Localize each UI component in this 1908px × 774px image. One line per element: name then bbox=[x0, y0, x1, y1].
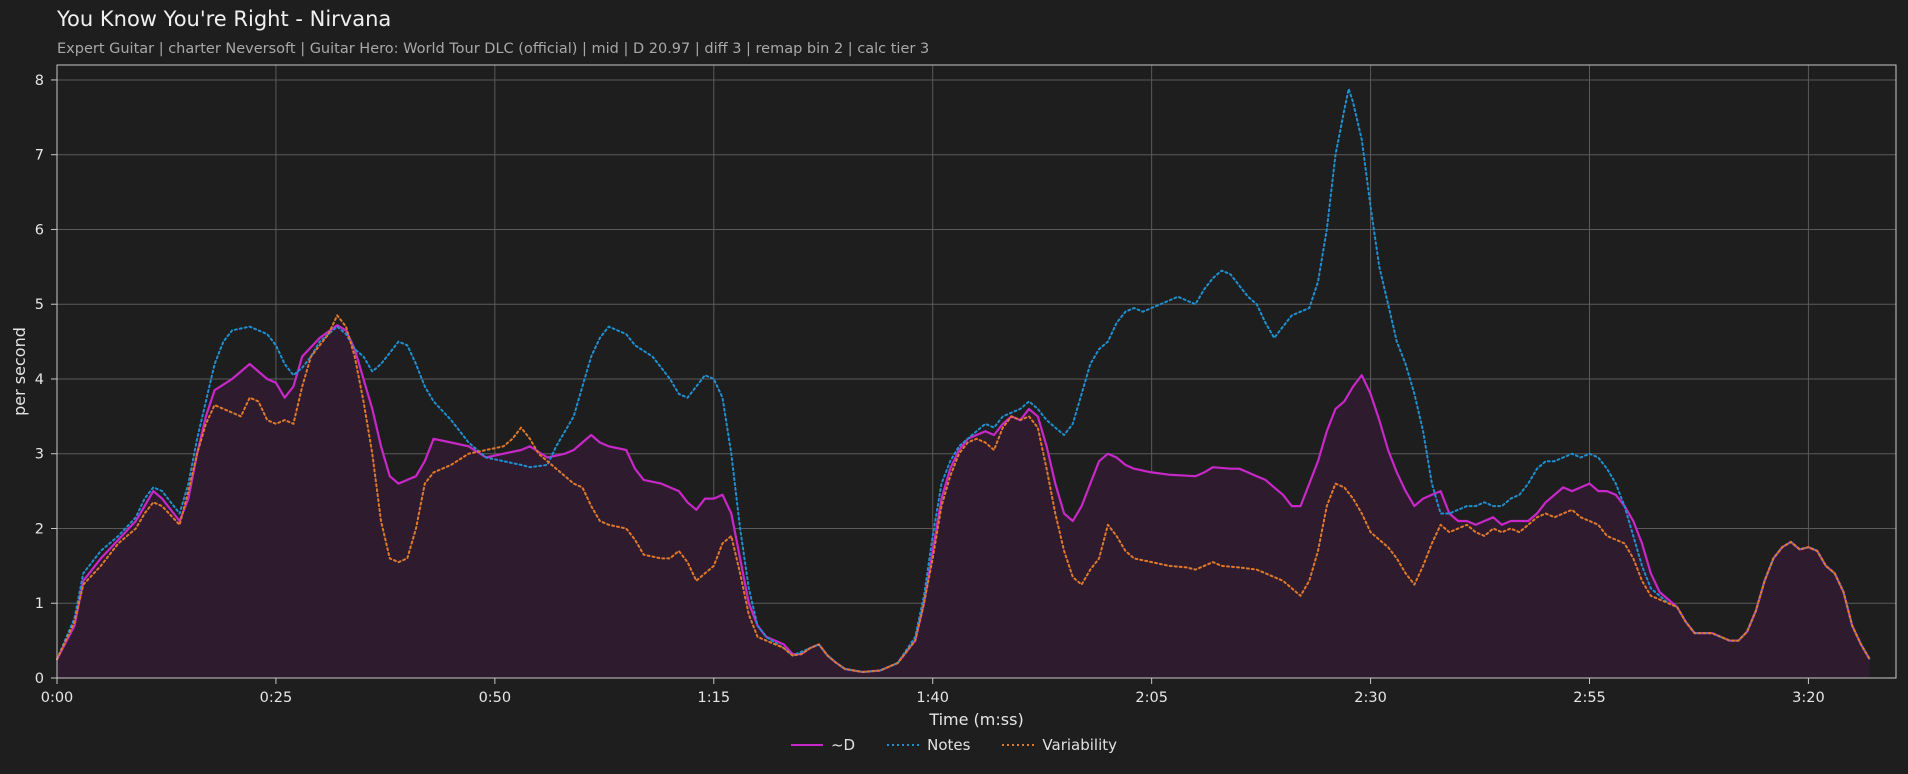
x-tick-label: 1:15 bbox=[698, 690, 731, 706]
x-tick-label: 3:20 bbox=[1792, 690, 1825, 706]
y-tick-label: 4 bbox=[35, 372, 44, 388]
legend-item-variability: Variability bbox=[1002, 736, 1117, 754]
chart-legend: ~D Notes Variability bbox=[0, 736, 1908, 754]
legend-swatch-notes bbox=[887, 744, 920, 746]
y-tick-label: 8 bbox=[35, 73, 44, 89]
legend-swatch-d bbox=[790, 744, 823, 746]
y-tick-label: 3 bbox=[35, 447, 44, 463]
d-area-fill bbox=[57, 325, 1870, 678]
legend-swatch-variability bbox=[1002, 744, 1035, 746]
x-tick-label: 0:00 bbox=[41, 690, 74, 706]
legend-label-notes: Notes bbox=[927, 736, 971, 754]
x-tick-label: 2:05 bbox=[1135, 690, 1168, 706]
x-tick-label: 2:55 bbox=[1573, 690, 1606, 706]
legend-label-d: ~D bbox=[830, 736, 856, 754]
x-tick-label: 2:30 bbox=[1354, 690, 1387, 706]
y-tick-label: 7 bbox=[35, 148, 44, 164]
x-axis-label: Time (m:ss) bbox=[928, 710, 1023, 729]
x-tick-label: 0:25 bbox=[260, 690, 293, 706]
y-tick-label: 5 bbox=[35, 297, 44, 313]
legend-label-variability: Variability bbox=[1042, 736, 1118, 754]
line-chart: 0:00 0:25 0:50 1:15 1:40 2:05 2:30 2:55 3:20 0 1 2… bbox=[10, 64, 1897, 729]
x-axis-ticks: 0:00 0:25 0:50 1:15 1:40 2:05 2:30 2:55 3:20 bbox=[41, 678, 1825, 706]
legend-item-notes: Notes bbox=[887, 736, 970, 754]
y-tick-label: 6 bbox=[35, 222, 44, 238]
y-axis-label: per second bbox=[10, 327, 29, 416]
y-tick-label: 2 bbox=[35, 521, 44, 537]
x-tick-label: 0:50 bbox=[479, 690, 512, 706]
y-tick-label: 0 bbox=[35, 671, 44, 687]
x-tick-label: 1:40 bbox=[916, 690, 949, 706]
y-axis-ticks: 0 1 2 3 4 5 6 7 8 bbox=[35, 73, 57, 687]
y-tick-label: 1 bbox=[35, 596, 44, 612]
legend-item-d: ~D bbox=[790, 736, 856, 754]
